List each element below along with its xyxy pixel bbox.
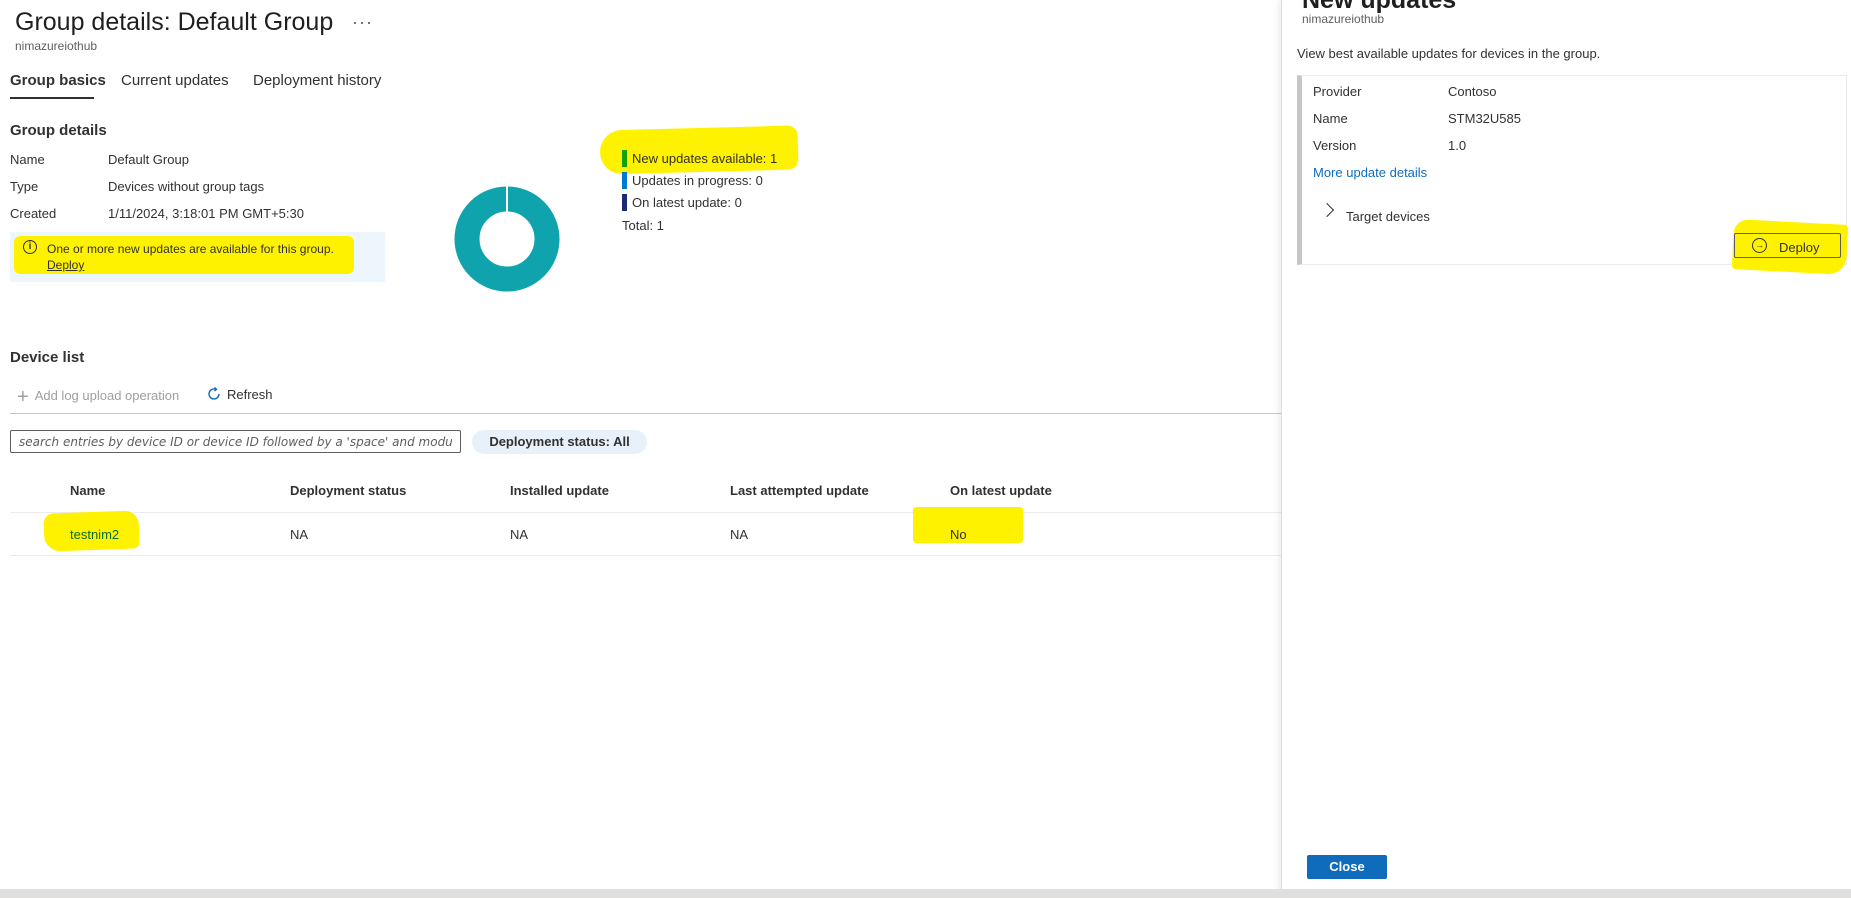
created-value: 1/11/2024, 3:18:01 PM GMT+5:30 [108,206,304,221]
panel-description: View best available updates for devices … [1297,46,1601,61]
cell-on-latest: No [950,527,967,542]
group-details-title: Group details [10,122,107,139]
version-label: Version [1313,138,1357,153]
deploy-button-label: Deploy [1779,240,1820,255]
created-label: Created [10,206,57,221]
column-header-name[interactable]: Name [70,483,105,498]
active-tab-indicator [10,97,94,99]
legend-on-latest: On latest update: 0 [632,195,742,210]
device-list-title: Device list [10,349,85,366]
tab-current-updates[interactable]: Current updates [121,72,229,89]
target-devices-expander[interactable]: Target devices [1346,209,1430,224]
legend-swatch-latest [622,194,627,211]
more-options-button[interactable]: ··· [352,12,373,33]
toolbar-divider [10,413,1282,414]
tab-group-basics[interactable]: Group basics [10,72,106,89]
update-status-donut [454,186,560,292]
provider-value: Contoso [1448,84,1497,99]
page-subtitle: nimazureiothub [15,39,98,53]
refresh-button[interactable]: Refresh [206,386,273,402]
info-icon: i [23,240,37,254]
highlight-marker [913,507,1023,543]
name-label: Name [10,152,45,167]
column-header-on-latest[interactable]: On latest update [950,483,1052,498]
legend-swatch-new-updates [622,150,627,167]
row-divider [10,555,1282,556]
cell-installed-update: NA [510,527,529,542]
column-header-last-attempted[interactable]: Last attempted update [730,483,869,498]
close-button[interactable]: Close [1307,855,1387,879]
horizontal-scrollbar[interactable] [0,889,1851,898]
column-header-deployment-status[interactable]: Deployment status [290,483,406,498]
version-value: 1.0 [1448,138,1467,153]
cell-deployment-status: NA [290,527,309,542]
update-name-value: STM32U585 [1448,111,1521,126]
page-title: Group details: Default Group [15,8,334,36]
legend-total: Total: 1 [622,218,664,233]
add-log-upload-button[interactable]: + Add log upload operation [17,386,179,409]
device-name-link[interactable]: testnim2 [70,527,119,542]
type-label: Type [10,179,39,194]
column-header-installed-update[interactable]: Installed update [510,483,609,498]
type-value: Devices without group tags [108,179,265,194]
add-log-upload-label: Add log upload operation [34,388,180,403]
legend-new-updates: New updates available: 1 [632,151,778,166]
refresh-icon [208,386,220,400]
plus-icon: + [17,386,29,408]
banner-deploy-link[interactable]: Deploy [47,258,84,272]
panel-subtitle: nimazureiothub [1302,12,1385,26]
legend-swatch-in-progress [622,172,627,189]
highlight-marker [599,125,799,175]
name-value: Default Group [108,152,189,167]
arrow-circle-icon: → [1752,238,1767,253]
cell-last-attempted: NA [730,527,749,542]
header-divider [10,512,1282,513]
more-update-details-link[interactable]: More update details [1313,165,1427,180]
deployment-status-filter[interactable]: Deployment status: All [472,430,647,454]
update-name-label: Name [1313,111,1348,126]
refresh-label: Refresh [227,387,273,402]
legend-in-progress: Updates in progress: 0 [632,173,763,188]
device-search-input[interactable] [10,430,461,453]
tab-deployment-history[interactable]: Deployment history [253,72,381,89]
provider-label: Provider [1313,84,1362,99]
banner-message: One or more new updates are available fo… [47,242,334,256]
